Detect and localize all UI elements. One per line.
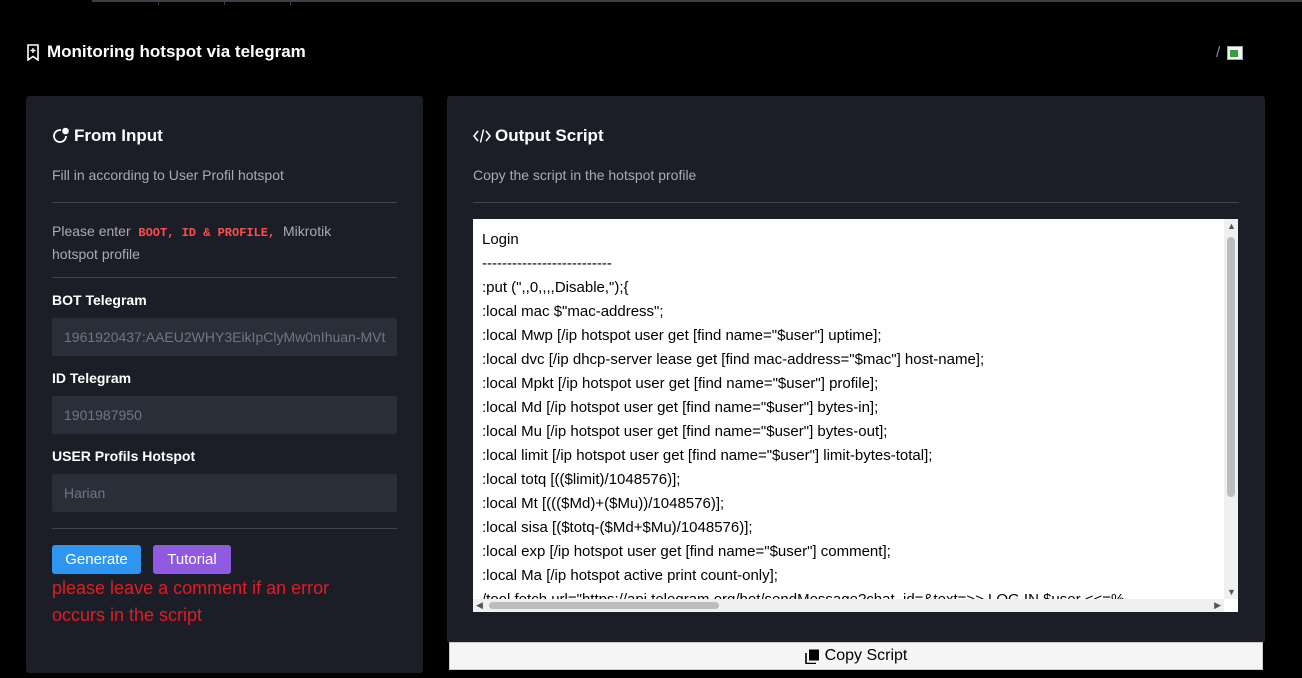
scroll-right-arrow-icon[interactable]: ▶ — [1214, 601, 1221, 610]
breadcrumb-separator: / — [1216, 44, 1221, 61]
scroll-up-arrow-icon[interactable]: ▲ — [1227, 222, 1236, 231]
page-header: Monitoring hotspot via telegram — [26, 40, 306, 64]
script-textarea[interactable]: Login -------------------------- :put ("… — [473, 219, 1238, 612]
horizontal-scroll-thumb[interactable] — [489, 602, 719, 609]
code-icon — [473, 129, 491, 143]
refresh-icon — [53, 127, 69, 143]
divider — [52, 528, 397, 529]
bookmark-icon — [27, 43, 39, 61]
error-note: please leave a comment if an error occur… — [52, 578, 330, 625]
scroll-left-arrow-icon[interactable]: ◀ — [476, 601, 483, 610]
divider — [52, 277, 397, 278]
output-card-title: Output Script — [473, 126, 604, 146]
id-telegram-label: ID Telegram — [52, 370, 132, 386]
divider — [473, 202, 1239, 203]
script-text[interactable]: Login -------------------------- :put ("… — [473, 219, 1238, 612]
horizontal-scrollbar[interactable]: ◀ ▶ — [473, 599, 1224, 612]
copy-script-button[interactable]: Copy Script — [449, 642, 1263, 670]
scroll-down-arrow-icon[interactable]: ▼ — [1227, 588, 1236, 597]
form-card-title: From Input — [52, 126, 163, 146]
notice-code: BOOT, ID & PROFILE, — [138, 226, 276, 240]
tab-divider — [290, 2, 291, 5]
top-tab-strip — [92, 0, 1302, 5]
tab-divider — [224, 2, 225, 5]
tab-divider — [158, 2, 159, 5]
breadcrumb: / — [1216, 44, 1244, 61]
vertical-scroll-thumb[interactable] — [1227, 237, 1235, 497]
output-subtitle: Copy the script in the hotspot profile — [473, 167, 697, 183]
bot-telegram-input[interactable]: 1961920437:AAEU2WHY3EikIpClyMw0nIhuan-MV… — [52, 318, 397, 356]
user-profile-label: USER Profils Hotspot — [52, 448, 196, 464]
form-subtitle: Fill in according to User Profil hotspot — [52, 167, 284, 183]
bot-telegram-label: BOT Telegram — [52, 292, 147, 308]
form-notice: Please enter BOOT, ID & PROFILE, Mikroti… — [52, 223, 332, 262]
copy-icon — [804, 649, 819, 664]
broken-image-icon — [1227, 45, 1244, 60]
divider — [52, 202, 397, 203]
tutorial-button[interactable]: Tutorial — [153, 545, 231, 574]
vertical-scrollbar[interactable]: ▲ ▼ — [1224, 219, 1238, 599]
user-profile-input[interactable]: Harian — [52, 474, 397, 512]
generate-button[interactable]: Generate — [52, 545, 141, 574]
page-title: Monitoring hotspot via telegram — [47, 42, 306, 61]
id-telegram-input[interactable]: 1901987950 — [52, 396, 397, 434]
